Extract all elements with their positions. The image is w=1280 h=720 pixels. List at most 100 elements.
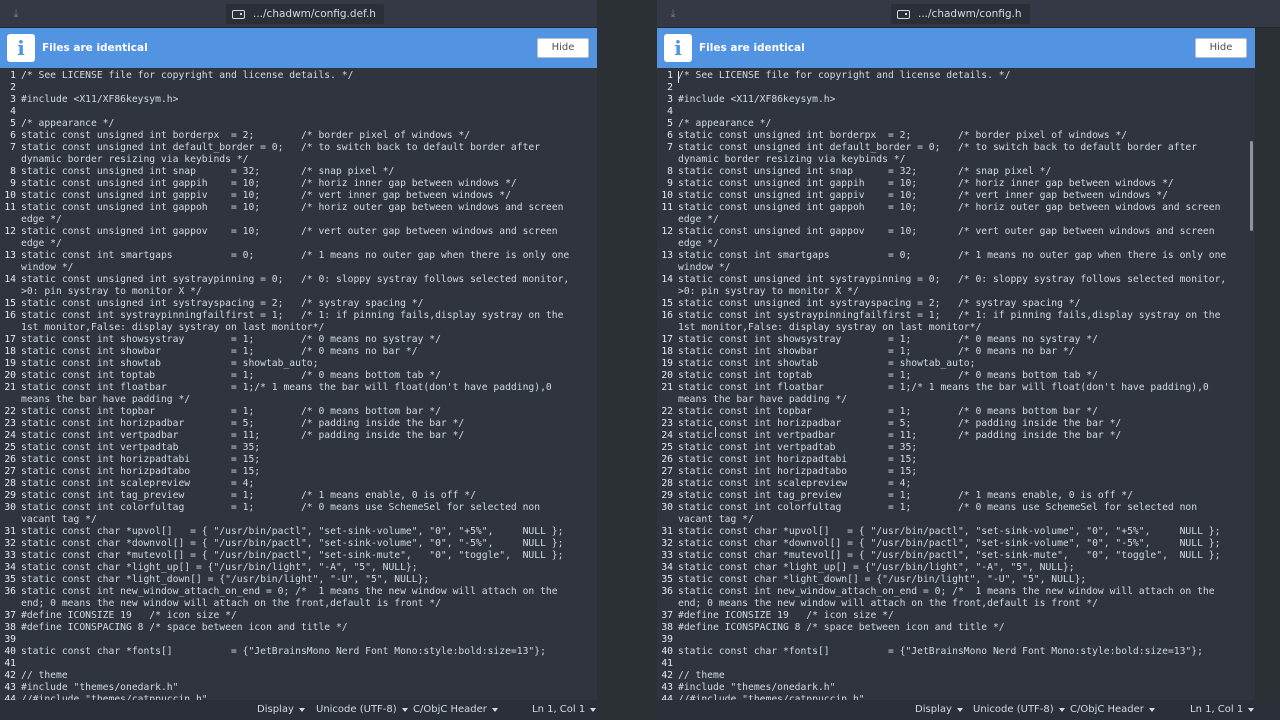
line-number: 37 bbox=[661, 610, 673, 621]
download-icon[interactable]: ⤓ bbox=[665, 6, 681, 22]
code-text: static const unsigned int snap = 32; /* … bbox=[21, 166, 395, 177]
line-number: 23 bbox=[4, 418, 16, 429]
line-number: 35 bbox=[4, 574, 16, 585]
cursor-position-menu[interactable]: Ln 1, Col 1 bbox=[532, 704, 597, 715]
code-line: 29 static const int tag_preview = 1; /* 1… bbox=[0, 490, 597, 502]
code-line: 3 #include <X11/XF86keysym.h> bbox=[657, 94, 1255, 106]
identical-infobar: i Files are identical Hide bbox=[0, 28, 597, 68]
encoding-menu[interactable]: Unicode (UTF-8) bbox=[316, 704, 408, 715]
line-number: 38 bbox=[661, 622, 673, 633]
line-number: 30 bbox=[661, 502, 673, 513]
code-text: static const int colorfultag = 1; /* 0 m… bbox=[678, 502, 1198, 513]
code-line: window */ bbox=[657, 262, 1255, 274]
infobar-message: Files are identical bbox=[42, 42, 148, 54]
line-number: 9 bbox=[667, 178, 673, 189]
code-text: static const char *mutevol[] = { "/usr/b… bbox=[678, 550, 1221, 561]
line-number: 36 bbox=[4, 586, 16, 597]
line-number: 8 bbox=[667, 166, 673, 177]
code-text: static const int showtab = showtab_auto; bbox=[678, 358, 976, 369]
code-line: 11 static const unsigned int gappoh = 10;… bbox=[657, 202, 1255, 214]
hide-button[interactable]: Hide bbox=[1195, 38, 1247, 58]
chevron-down-icon bbox=[491, 707, 498, 712]
left-statusbar: Display Unicode (UTF-8) C/ObjC Header Ln… bbox=[0, 700, 597, 720]
code-line: 43 #include "themes/onedark.h" bbox=[657, 682, 1255, 694]
right-file-path-tab[interactable]: .../chadwm/config.h bbox=[891, 4, 1030, 24]
code-line: 42 // theme bbox=[0, 670, 597, 682]
line-number: 16 bbox=[4, 310, 16, 321]
code-text: edge */ bbox=[21, 214, 62, 225]
code-text: static const char *mutevol[] = { "/usr/b… bbox=[21, 550, 564, 561]
code-text: /* See LICENSE file for copyright and li… bbox=[21, 70, 354, 81]
line-number: 29 bbox=[661, 490, 673, 501]
cursor-position-menu[interactable]: Ln 1, Col 1 bbox=[1190, 704, 1255, 715]
code-text: edge */ bbox=[678, 214, 719, 225]
line-number: 5 bbox=[667, 118, 673, 129]
language-menu[interactable]: C/ObjC Header bbox=[413, 704, 498, 715]
code-line: 28 static const int scalepreview = 4; bbox=[657, 478, 1255, 490]
language-menu[interactable]: C/ObjC Header bbox=[1070, 704, 1155, 715]
code-text: static const int horizpadtabi = 15; bbox=[21, 454, 261, 465]
hide-button[interactable]: Hide bbox=[537, 38, 589, 58]
code-line: 35 static const char *light_down[] = {"/u… bbox=[657, 574, 1255, 586]
left-code-editor[interactable]: 2 3 #include <X11/XF86keysym.h> 4 5 /* appear… bbox=[0, 69, 597, 700]
code-line: means the bar have padding */ bbox=[0, 394, 597, 406]
code-line: 12 static const unsigned int gappov = 10;… bbox=[657, 226, 1255, 238]
line-number: 7 bbox=[10, 142, 16, 153]
code-text: static const int toptab = 1; /* 0 means … bbox=[678, 370, 1098, 381]
code-line: 1 /* See LICENSE file for copyright and l… bbox=[657, 70, 1255, 82]
right-code-editor[interactable]: 1 /* See LICENSE file for copyright and l… bbox=[657, 69, 1255, 700]
line-number: 12 bbox=[661, 226, 673, 237]
cursor-position-label: Ln 1, Col 1 bbox=[1190, 704, 1244, 715]
code-text: end; 0 means the new window will attach … bbox=[21, 598, 441, 609]
line-number: 10 bbox=[4, 190, 16, 201]
code-text: static const unsigned int gappov = 10; /… bbox=[21, 226, 558, 237]
code-line: >0: pin systray to monitor X */ bbox=[0, 286, 597, 298]
code-text: static const int smartgaps = 0; /* 1 mea… bbox=[21, 250, 570, 261]
cursor-position-label: Ln 1, Col 1 bbox=[532, 704, 586, 715]
code-line: 9 static const unsigned int gappih = 10; … bbox=[657, 178, 1255, 190]
code-line: 23 static const int horizpadbar = 5; /* p… bbox=[657, 418, 1255, 430]
line-number: 30 bbox=[4, 502, 16, 513]
code-text: >0: pin systray to monitor X */ bbox=[21, 286, 202, 297]
line-number: 43 bbox=[4, 682, 16, 693]
code-line: 24 static const int vertpadbar = 11; /* p… bbox=[0, 430, 597, 442]
code-line: means the bar have padding */ bbox=[657, 394, 1255, 406]
line-number: 8 bbox=[10, 166, 16, 177]
code-line: 40 static const char *fonts[] = {"JetBrai… bbox=[0, 646, 597, 658]
code-text: static const unsigned int systraypinning… bbox=[678, 274, 1227, 285]
line-number: 2 bbox=[10, 82, 16, 93]
code-line: 4 bbox=[0, 106, 597, 118]
code-text: static const int tag_preview = 1; /* 1 m… bbox=[21, 490, 476, 501]
left-file-path-tab[interactable]: .../chadwm/config.def.h bbox=[226, 4, 384, 24]
line-number: 23 bbox=[661, 418, 673, 429]
line-number: 32 bbox=[661, 538, 673, 549]
line-number: 42 bbox=[661, 670, 673, 681]
code-line: end; 0 means the new window will attach … bbox=[657, 598, 1255, 610]
line-number: 31 bbox=[661, 526, 673, 537]
code-text: edge */ bbox=[21, 238, 62, 249]
code-line: 41 bbox=[0, 658, 597, 670]
right-edge-gutter bbox=[1255, 28, 1280, 700]
code-text: static const char *downvol[] = { "/usr/b… bbox=[678, 538, 1221, 549]
line-number: 31 bbox=[4, 526, 16, 537]
encoding-menu[interactable]: Unicode (UTF-8) bbox=[973, 704, 1065, 715]
code-line: 24 static const int vertpadbar = 11; /* p… bbox=[657, 430, 1255, 442]
code-text: static const char *light_up[] = {"/usr/b… bbox=[678, 562, 1075, 573]
code-line: 36 static const int new_window_attach_on_… bbox=[0, 586, 597, 598]
line-number: 1 bbox=[667, 70, 673, 81]
code-text: static const char *light_down[] = {"/usr… bbox=[21, 574, 430, 585]
chevron-down-icon bbox=[1248, 707, 1255, 712]
display-menu[interactable]: Display bbox=[915, 704, 963, 715]
code-text: #define ICONSPACING 8 /* space between i… bbox=[678, 622, 1005, 633]
code-line: 37 #define ICONSIZE 19 /* icon size */ bbox=[0, 610, 597, 622]
line-number: 26 bbox=[4, 454, 16, 465]
code-text: static const unsigned int systraypinning… bbox=[21, 274, 570, 285]
right-pane-titlebar: ⤓ .../chadwm/config.h bbox=[657, 0, 1280, 28]
download-icon[interactable]: ⤓ bbox=[8, 6, 24, 22]
line-number: 19 bbox=[661, 358, 673, 369]
display-menu[interactable]: Display bbox=[257, 704, 305, 715]
line-number: 17 bbox=[4, 334, 16, 345]
code-line: 6 static const unsigned int borderpx = 2;… bbox=[0, 130, 597, 142]
line-number: 11 bbox=[661, 202, 673, 213]
code-line: 8 static const unsigned int snap = 32; /*… bbox=[0, 166, 597, 178]
